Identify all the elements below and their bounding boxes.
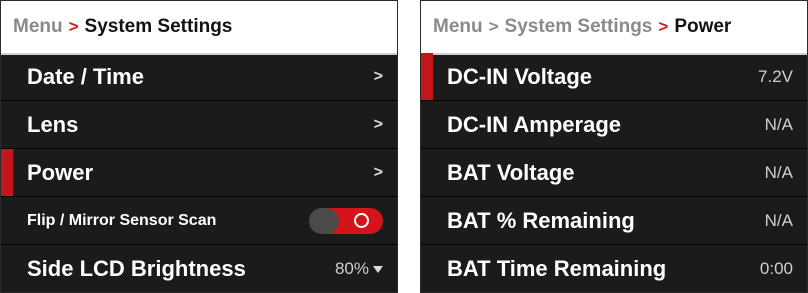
breadcrumb-separator: > xyxy=(658,17,669,36)
status-row-bat-voltage[interactable]: BAT Voltage N/A xyxy=(421,149,807,197)
breadcrumb: Menu > System Settings xyxy=(1,1,397,55)
status-label: DC-IN Voltage xyxy=(447,63,593,89)
chevron-right-icon: > xyxy=(373,115,383,133)
breadcrumb-menu[interactable]: Menu xyxy=(433,16,483,38)
status-value: N/A xyxy=(764,162,793,182)
menu-item-label: Side LCD Brightness xyxy=(27,256,246,281)
flip-mirror-toggle[interactable] xyxy=(309,207,383,234)
settings-list: Date / Time > Lens > Power > Flip / Mirr… xyxy=(1,53,397,292)
system-settings-panel: Menu > System Settings Date / Time > Len… xyxy=(0,0,398,293)
status-value: 7.2V xyxy=(758,66,793,86)
selection-indicator xyxy=(1,149,13,196)
status-value: N/A xyxy=(764,114,793,134)
power-panel: Menu > System Settings > Power DC-IN Vol… xyxy=(420,0,808,293)
status-row-bat-time-remaining[interactable]: BAT Time Remaining 0:00 xyxy=(421,245,807,292)
toggle-on-icon xyxy=(354,212,369,228)
menu-item-power[interactable]: Power > xyxy=(1,149,397,197)
status-row-dc-in-amperage[interactable]: DC-IN Amperage N/A xyxy=(421,101,807,149)
status-label: BAT % Remaining xyxy=(447,207,635,233)
breadcrumb-current: Power xyxy=(674,16,732,37)
menu-item-date-time[interactable]: Date / Time > xyxy=(1,53,397,101)
power-status-list: DC-IN Voltage 7.2V DC-IN Amperage N/A BA… xyxy=(421,53,807,292)
status-row-bat-remaining[interactable]: BAT % Remaining N/A xyxy=(421,197,807,245)
breadcrumb-separator: > xyxy=(68,17,79,36)
chevron-down-icon xyxy=(373,265,383,273)
menu-item-label: Power xyxy=(27,159,94,185)
chevron-right-icon: > xyxy=(373,67,383,85)
menu-item-side-lcd-brightness[interactable]: Side LCD Brightness 80% xyxy=(1,245,397,292)
menu-item-flip-mirror[interactable]: Flip / Mirror Sensor Scan xyxy=(1,197,397,245)
breadcrumb: Menu > System Settings > Power xyxy=(421,1,807,55)
status-label: BAT Time Remaining xyxy=(447,256,667,281)
menu-item-lens[interactable]: Lens > xyxy=(1,101,397,149)
status-label: BAT Voltage xyxy=(447,159,575,185)
selection-indicator xyxy=(421,53,433,100)
chevron-right-icon: > xyxy=(373,163,383,181)
status-value: 0:00 xyxy=(759,259,793,278)
breadcrumb-menu[interactable]: Menu xyxy=(13,16,63,38)
menu-item-label: Date / Time xyxy=(27,63,144,89)
brightness-value: 80% xyxy=(334,259,369,278)
brightness-dropdown[interactable]: 80% xyxy=(335,259,383,279)
toggle-off-segment xyxy=(309,207,339,234)
status-label: DC-IN Amperage xyxy=(447,111,621,137)
breadcrumb-system-settings[interactable]: System Settings xyxy=(505,16,653,38)
menu-item-label: Lens xyxy=(27,111,79,137)
breadcrumb-current: System Settings xyxy=(84,16,233,37)
status-row-dc-in-voltage[interactable]: DC-IN Voltage 7.2V xyxy=(421,53,807,101)
breadcrumb-separator: > xyxy=(488,17,499,36)
status-value: N/A xyxy=(764,210,793,230)
menu-item-label: Flip / Mirror Sensor Scan xyxy=(27,211,217,229)
